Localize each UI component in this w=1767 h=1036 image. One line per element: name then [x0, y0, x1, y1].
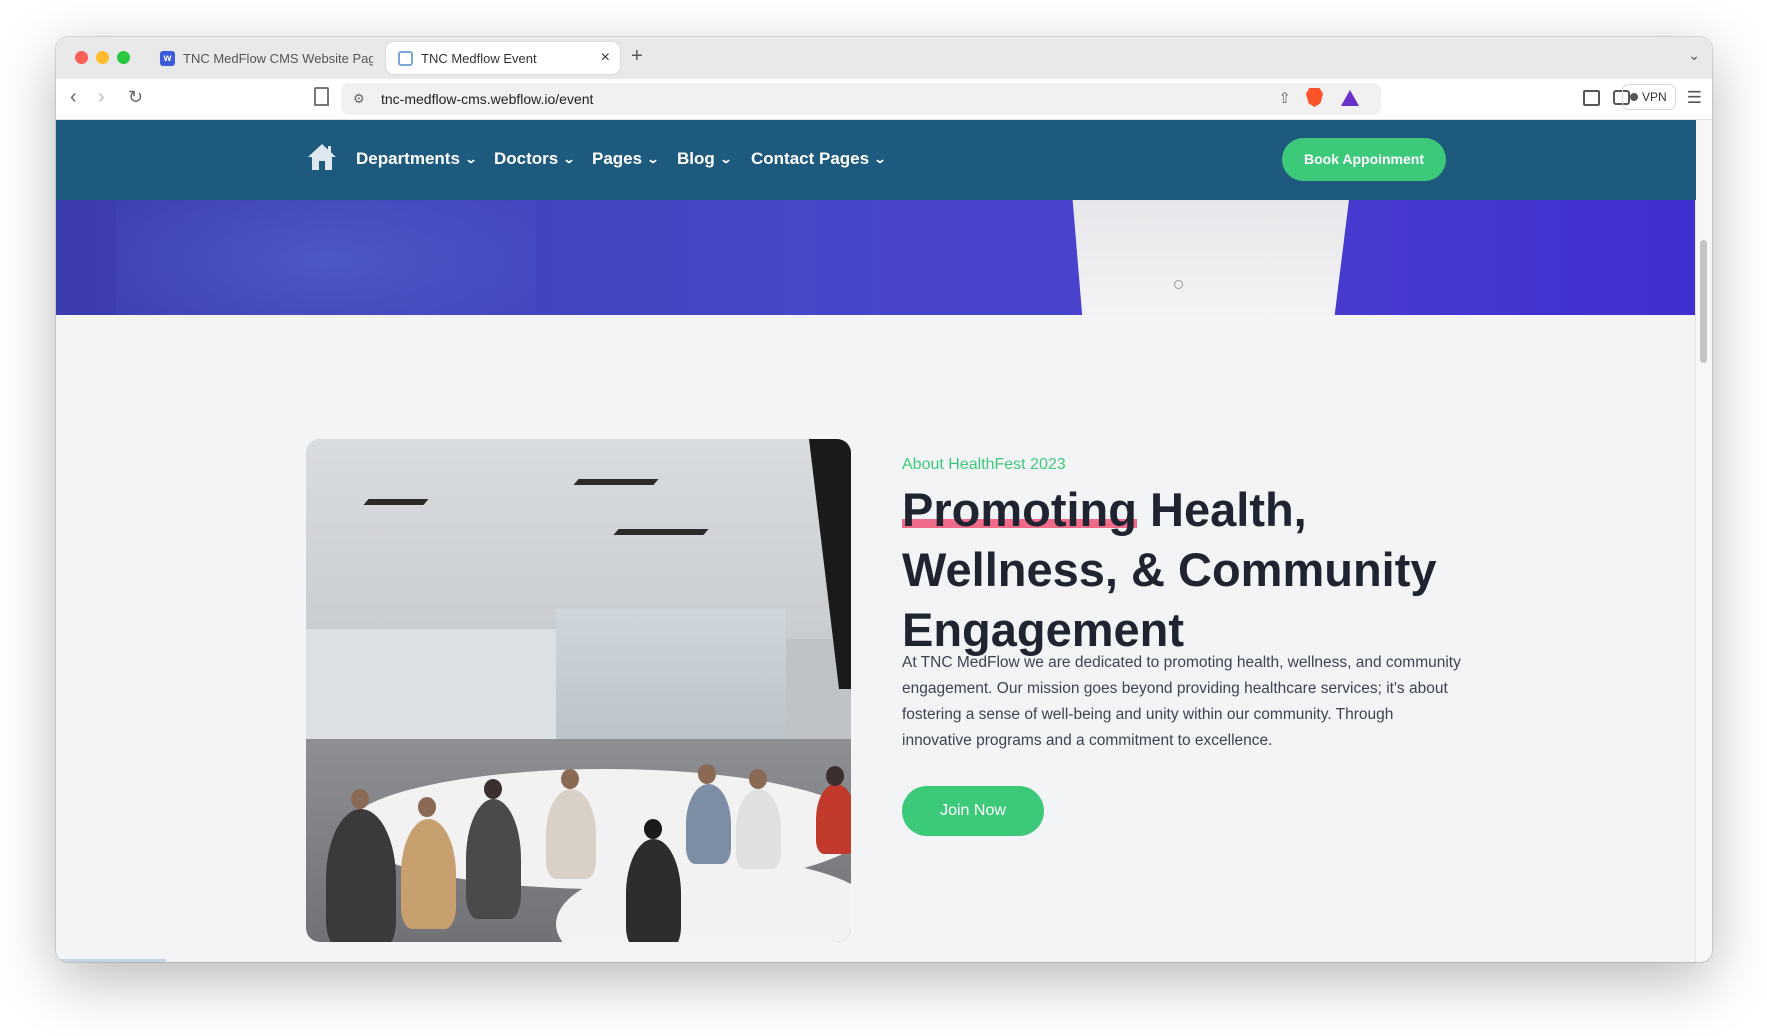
photo-person [326, 809, 396, 942]
medflow-icon [398, 51, 413, 66]
nav-label: Doctors [494, 149, 559, 168]
address-bar[interactable]: ⚙ tnc-medflow-cms.webflow.io/event ⇧ [341, 83, 1381, 115]
event-photo [306, 439, 851, 942]
photo-person [401, 819, 456, 929]
browser-window: w TNC MedFlow CMS Website Page TNC Medfl… [56, 37, 1712, 962]
heading-line-1: Promoting Health, [902, 480, 1462, 540]
sidebar-icon[interactable] [1583, 90, 1600, 106]
nav-label: Blog [677, 149, 715, 168]
reload-button[interactable]: ↻ [128, 87, 143, 107]
bookmark-icon[interactable] [314, 87, 329, 106]
chevron-down-icon: ⌄ [562, 152, 576, 166]
photo-person [686, 784, 731, 864]
chevron-down-icon: ⌄ [719, 152, 733, 166]
hero-banner-image [56, 200, 1696, 315]
photo-head [418, 797, 436, 817]
doctor-figure [1071, 200, 1351, 315]
nav-label: Pages [592, 149, 643, 168]
vpn-status-icon [1630, 93, 1638, 101]
tab-bar: w TNC MedFlow CMS Website Page TNC Medfl… [56, 37, 1712, 79]
chevron-down-icon[interactable]: ⌄ [1688, 47, 1700, 64]
forward-button[interactable]: › [98, 87, 105, 107]
nav-pages[interactable]: Pages ⌄ [592, 149, 660, 169]
webflow-icon: w [160, 51, 175, 66]
web-page: Departments ⌄ Doctors ⌄ Pages ⌄ Blog ⌄ Conta… [56, 120, 1696, 962]
photo-head [749, 769, 767, 789]
close-tab-icon[interactable]: × [601, 49, 610, 67]
maximize-window-button[interactable] [117, 51, 130, 64]
photo-ceiling-vent [573, 479, 659, 485]
close-window-button[interactable] [75, 51, 88, 64]
photo-person [466, 799, 521, 919]
chevron-down-icon: ⌄ [646, 152, 660, 166]
tab-title: TNC MedFlow CMS Website Page [183, 51, 373, 66]
browser-toolbar: ‹ › ↻ ⚙ tnc-medflow-cms.webflow.io/event… [56, 79, 1712, 120]
photo-head [561, 769, 579, 789]
back-button[interactable]: ‹ [70, 87, 77, 107]
nav-departments[interactable]: Departments ⌄ [356, 149, 478, 169]
photo-person [816, 784, 851, 854]
url-text[interactable]: tnc-medflow-cms.webflow.io/event [381, 91, 593, 107]
photo-head [484, 779, 502, 799]
new-tab-button[interactable]: + [631, 45, 643, 68]
photo-ceiling-vent [613, 529, 709, 535]
heading-line-2: Wellness, & Community [902, 543, 1437, 596]
heading-line-3: Engagement [902, 603, 1185, 656]
heading-highlight: Promoting [902, 480, 1137, 540]
nav-doctors[interactable]: Doctors ⌄ [494, 149, 576, 169]
photo-head [351, 789, 369, 809]
scrollbar-thumb[interactable] [1700, 240, 1707, 363]
share-icon[interactable]: ⇧ [1278, 89, 1291, 107]
site-info-icon[interactable]: ⚙ [353, 91, 365, 107]
brave-shields-icon[interactable] [1306, 88, 1323, 107]
vertical-scrollbar[interactable] [1695, 120, 1712, 962]
tab-medflow-event[interactable]: TNC Medflow Event × [386, 42, 620, 74]
heading-line-1-rest: Health, [1136, 483, 1307, 536]
chevron-down-icon: ⌄ [873, 152, 887, 166]
nav-label: Contact Pages [751, 149, 870, 168]
photo-head [826, 766, 844, 786]
photo-windows [556, 609, 786, 759]
nav-blog[interactable]: Blog ⌄ [677, 149, 733, 169]
nav-contact-pages[interactable]: Contact Pages ⌄ [751, 149, 887, 169]
horizontal-scroll-indicator [56, 959, 166, 962]
home-icon[interactable] [306, 142, 338, 172]
tab-title: TNC Medflow Event [421, 51, 537, 66]
photo-person [736, 789, 781, 869]
vpn-label: VPN [1642, 90, 1667, 104]
about-label: About HealthFest 2023 [902, 456, 1066, 473]
chevron-down-icon: ⌄ [464, 152, 478, 166]
photo-head [698, 764, 716, 784]
nav-label: Departments [356, 149, 460, 168]
site-navbar: Departments ⌄ Doctors ⌄ Pages ⌄ Blog ⌄ Conta… [56, 120, 1696, 200]
book-appointment-button[interactable]: Book Appoinment [1282, 138, 1446, 181]
menu-icon[interactable]: ☰ [1687, 88, 1702, 108]
about-description: At TNC MedFlow we are dedicated to promo… [902, 654, 1461, 749]
coat-button [1174, 280, 1183, 289]
photo-head [644, 819, 662, 839]
photo-person [546, 789, 596, 879]
vpn-button[interactable]: VPN [1622, 84, 1676, 110]
photo-ceiling-vent [363, 499, 429, 505]
photo-person [626, 839, 681, 942]
minimize-window-button[interactable] [96, 51, 109, 64]
hero-background [116, 200, 536, 315]
about-heading: Promoting Health, Wellness, & Community … [902, 480, 1462, 660]
photo-wall [306, 629, 566, 749]
join-now-button[interactable]: Join Now [902, 786, 1044, 836]
brave-rewards-icon[interactable] [1341, 90, 1359, 106]
